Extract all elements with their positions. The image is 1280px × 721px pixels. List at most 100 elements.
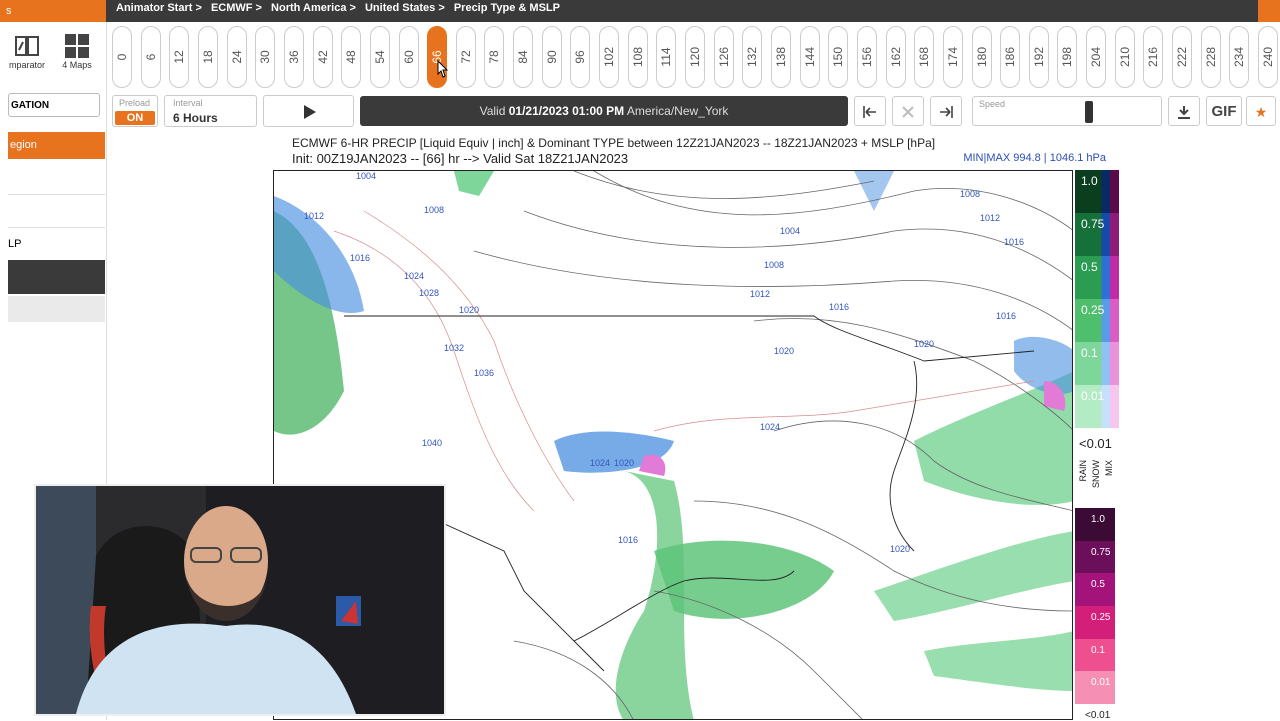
forecast-hour-label: 204 xyxy=(1089,46,1104,68)
forecast-hour-36[interactable]: 36 xyxy=(283,26,304,88)
comparator-button[interactable]: mparator xyxy=(4,32,50,70)
forecast-hour-label: 162 xyxy=(888,46,903,68)
forecast-hour-138[interactable]: 138 xyxy=(770,26,791,88)
stop-button[interactable] xyxy=(892,96,924,126)
forecast-hour-114[interactable]: 114 xyxy=(656,26,677,88)
forecast-hour-54[interactable]: 54 xyxy=(369,26,390,88)
isobar-label: 1004 xyxy=(356,171,376,181)
forecast-hour-label: 228 xyxy=(1203,46,1218,68)
forecast-hour-72[interactable]: 72 xyxy=(455,26,476,88)
play-button[interactable] xyxy=(263,95,354,127)
top-left-tab[interactable]: s xyxy=(0,0,106,22)
forecast-hour-30[interactable]: 30 xyxy=(255,26,276,88)
gif-button[interactable]: GIF xyxy=(1206,96,1242,126)
secondary-legend-value-label: 0.25 xyxy=(1091,612,1111,623)
forecast-hour-168[interactable]: 168 xyxy=(914,26,935,88)
preload-control[interactable]: Preload ON xyxy=(112,95,158,127)
forecast-hour-216[interactable]: 216 xyxy=(1143,26,1164,88)
forecast-hour-180[interactable]: 180 xyxy=(971,26,992,88)
chart-title: ECMWF 6-HR PRECIP [Liquid Equiv | inch] … xyxy=(292,136,936,150)
forecast-hour-204[interactable]: 204 xyxy=(1086,26,1107,88)
webcam-person-image xyxy=(36,486,444,714)
breadcrumb-item-0[interactable]: Animator Start > xyxy=(116,2,202,14)
forecast-hour-78[interactable]: 78 xyxy=(484,26,505,88)
forecast-hour-210[interactable]: 210 xyxy=(1114,26,1135,88)
forecast-hour-48[interactable]: 48 xyxy=(341,26,362,88)
comparator-label: mparator xyxy=(8,60,45,70)
forecast-hour-label: 0 xyxy=(115,53,129,61)
forecast-hour-6[interactable]: 6 xyxy=(140,26,161,88)
forecast-hour-198[interactable]: 198 xyxy=(1057,26,1078,88)
forecast-hour-174[interactable]: 174 xyxy=(942,26,963,88)
forecast-hour-102[interactable]: 102 xyxy=(599,26,620,88)
isobar-label: 1024 xyxy=(404,271,424,281)
sidebar-row-5[interactable] xyxy=(8,296,105,322)
forecast-hour-132[interactable]: 132 xyxy=(742,26,763,88)
forecast-hour-240[interactable]: 240 xyxy=(1258,26,1278,88)
forecast-hour-42[interactable]: 42 xyxy=(312,26,333,88)
forecast-hour-126[interactable]: 126 xyxy=(713,26,734,88)
speed-label: Speed xyxy=(979,99,1006,109)
breadcrumb-item-1[interactable]: ECMWF > xyxy=(211,2,262,14)
mslp-label: LP xyxy=(8,238,22,250)
preload-toggle[interactable]: ON xyxy=(115,111,155,125)
forecast-hour-24[interactable]: 24 xyxy=(226,26,247,88)
forecast-hour-144[interactable]: 144 xyxy=(799,26,820,88)
speed-slider[interactable]: Speed xyxy=(972,96,1162,126)
forecast-hour-label: 78 xyxy=(487,50,502,64)
forecast-hour-0[interactable]: 0 xyxy=(112,26,132,88)
four-maps-label: 4 Maps xyxy=(62,60,92,70)
isobar-label: 1020 xyxy=(914,339,934,349)
region-button[interactable]: egion xyxy=(8,132,105,159)
sidebar-selected-row[interactable] xyxy=(8,260,105,294)
last-frame-button[interactable] xyxy=(930,96,962,126)
forecast-hour-label: 12 xyxy=(172,50,187,64)
breadcrumb-item-3[interactable]: United States > xyxy=(365,2,445,14)
first-frame-button[interactable] xyxy=(854,96,886,126)
download-button[interactable] xyxy=(1168,96,1200,126)
forecast-hour-120[interactable]: 120 xyxy=(685,26,705,88)
forecast-hour-108[interactable]: 108 xyxy=(627,26,648,88)
forecast-hour-186[interactable]: 186 xyxy=(1000,26,1021,88)
top-right-tab[interactable] xyxy=(1258,0,1280,22)
forecast-hour-66[interactable]: 66 xyxy=(427,26,448,88)
isobar-label: 1016 xyxy=(618,535,638,545)
forecast-hour-label: 36 xyxy=(286,50,301,64)
forecast-hour-96[interactable]: 96 xyxy=(570,26,591,88)
forecast-hour-222[interactable]: 222 xyxy=(1172,26,1193,88)
valid-time-display: Valid 01/21/2023 01:00 PM America/New_Yo… xyxy=(360,96,848,126)
secondary-legend-value-label: 0.75 xyxy=(1091,546,1111,558)
sidebar-row-mslp[interactable]: LP xyxy=(8,228,105,261)
forecast-hour-150[interactable]: 150 xyxy=(828,26,849,88)
forecast-hour-label: 60 xyxy=(401,50,416,64)
legend-less-than-label: <0.01 xyxy=(1079,436,1112,451)
sidebar-row-2[interactable] xyxy=(8,195,105,228)
forecast-hour-90[interactable]: 90 xyxy=(541,26,562,88)
forecast-hour-162[interactable]: 162 xyxy=(885,26,906,88)
forecast-hour-label: 216 xyxy=(1146,46,1161,68)
forecast-hour-label: 240 xyxy=(1261,46,1275,68)
interval-select[interactable]: Interval 6 Hours xyxy=(164,95,257,127)
forecast-hour-84[interactable]: 84 xyxy=(513,26,534,88)
forecast-hour-18[interactable]: 18 xyxy=(197,26,218,88)
forecast-hour-60[interactable]: 60 xyxy=(398,26,419,88)
navigation-button[interactable]: GATION xyxy=(8,93,100,117)
favorite-button[interactable]: ★ xyxy=(1246,96,1276,126)
four-maps-button[interactable]: 4 Maps xyxy=(56,32,98,70)
breadcrumb-item-2[interactable]: North America > xyxy=(271,2,356,14)
preload-label: Preload xyxy=(119,98,151,108)
speed-slider-handle[interactable] xyxy=(1085,101,1093,123)
snow-area-maritimes xyxy=(1014,336,1072,395)
forecast-hour-12[interactable]: 12 xyxy=(169,26,190,88)
isobar-label: 1012 xyxy=(750,289,770,299)
forecast-hour-label: 120 xyxy=(688,46,702,68)
breadcrumb-item-4: Precip Type & MSLP xyxy=(453,2,560,14)
forecast-hour-234[interactable]: 234 xyxy=(1229,26,1250,88)
forecast-hour-156[interactable]: 156 xyxy=(856,26,877,88)
forecast-hour-label: 18 xyxy=(200,50,215,64)
isobar-label: 1020 xyxy=(614,458,634,468)
forecast-hour-192[interactable]: 192 xyxy=(1028,26,1049,88)
sidebar-row-1[interactable] xyxy=(8,162,105,195)
forecast-hour-228[interactable]: 228 xyxy=(1200,26,1221,88)
secondary-legend-value-label: 0.1 xyxy=(1091,644,1105,656)
